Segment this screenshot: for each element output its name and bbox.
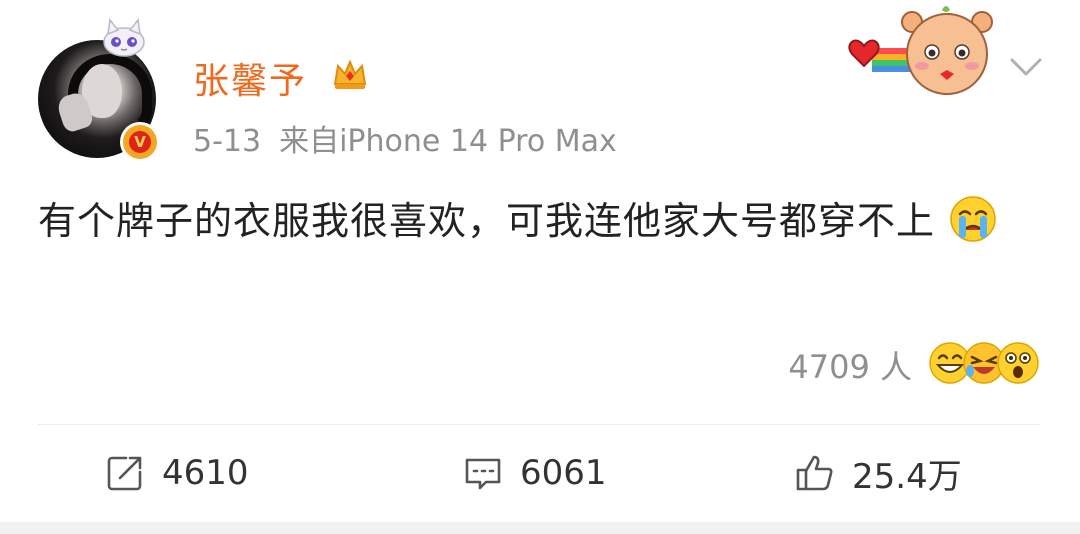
surprised-emoji — [997, 342, 1039, 384]
repost-button[interactable]: 4610 — [104, 428, 249, 518]
bear-heart-decoration-icon — [848, 6, 993, 95]
comment-icon — [465, 458, 501, 490]
post-date: 5-13 — [193, 124, 262, 159]
crying-face-emoji — [950, 196, 996, 242]
comment-count: 6061 — [520, 453, 607, 493]
action-bar: 4610 6061 25.4万 — [0, 428, 1080, 518]
like-count: 25.4万 — [852, 456, 962, 497]
bottom-gap-bar — [0, 522, 1080, 534]
chevron-down-icon[interactable] — [1006, 50, 1046, 86]
post-meta: 5-13 来自iPhone 14 Pro Max — [193, 116, 617, 160]
divider — [38, 424, 1040, 425]
author-name[interactable]: 张馨予 — [193, 52, 307, 104]
weibo-post-card: V 张馨予 5-13 来自iPhone 14 Pro Max 有个牌子的衣服我很喜… — [0, 0, 1080, 522]
cat-pendant-icon — [103, 18, 145, 57]
reaction-count: 4709 人 — [788, 348, 912, 386]
repost-count: 4610 — [162, 453, 249, 493]
post-content: 有个牌子的衣服我很喜欢，可我连他家大号都穿不上 — [38, 190, 1048, 252]
repost-icon — [107, 456, 142, 491]
thumbs-up-icon — [796, 455, 833, 491]
comment-button[interactable]: 6061 — [462, 428, 607, 518]
crown-badge-icon[interactable] — [330, 54, 370, 94]
author-avatar-group[interactable]: V — [38, 18, 160, 162]
like-button[interactable]: 25.4万 — [794, 428, 962, 518]
reaction-summary[interactable]: 4709 人 — [788, 340, 1040, 390]
post-source: 来自iPhone 14 Pro Max — [279, 124, 617, 159]
post-text: 有个牌子的衣服我很喜欢，可我连他家大号都穿不上 — [38, 199, 936, 243]
verified-badge-icon: V — [120, 122, 160, 162]
reaction-emoji-group[interactable] — [928, 341, 1040, 389]
